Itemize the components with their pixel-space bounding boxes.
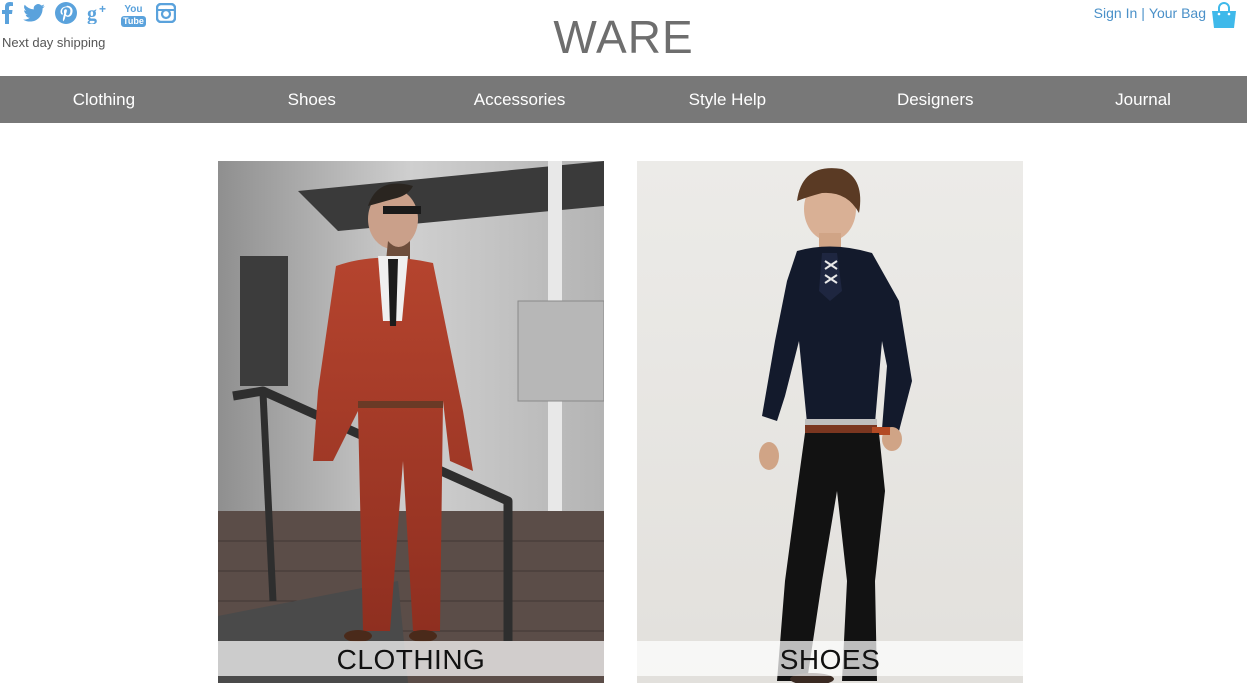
nav-designers[interactable]: Designers	[831, 90, 1039, 110]
account-links: Sign In | Your Bag	[1094, 2, 1238, 33]
shoes-category-tile[interactable]: SHOES	[637, 161, 1023, 683]
your-bag-link[interactable]: Your Bag	[1149, 5, 1206, 21]
site-logo[interactable]: WARE	[0, 10, 1247, 64]
sign-in-link[interactable]: Sign In	[1094, 5, 1138, 21]
shoes-photo	[637, 161, 1023, 683]
nav-shoes[interactable]: Shoes	[208, 90, 416, 110]
shopping-bag-icon[interactable]	[1210, 2, 1238, 33]
nav-journal[interactable]: Journal	[1039, 90, 1247, 110]
link-separator: |	[1141, 5, 1145, 21]
shoes-caption: SHOES	[637, 641, 1023, 676]
clothing-category-tile[interactable]: CLOTHING	[218, 161, 604, 683]
nav-clothing[interactable]: Clothing	[0, 90, 208, 110]
clothing-photo	[218, 161, 604, 683]
main-nav: Clothing Shoes Accessories Style Help De…	[0, 76, 1247, 123]
clothing-caption: CLOTHING	[218, 641, 604, 676]
nav-style-help[interactable]: Style Help	[623, 90, 831, 110]
nav-accessories[interactable]: Accessories	[416, 90, 624, 110]
